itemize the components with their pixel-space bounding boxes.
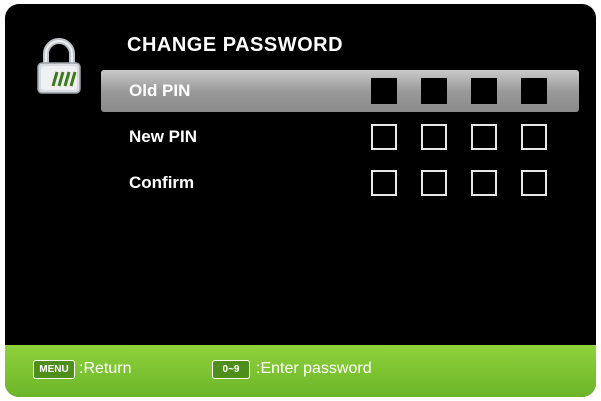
enter-password-hint: :Enter password <box>256 360 372 377</box>
pin-digit-box[interactable] <box>471 78 497 104</box>
pin-digit-box[interactable] <box>371 124 397 150</box>
row-old-pin[interactable]: Old PIN <box>101 70 579 112</box>
pin-digit-box[interactable] <box>521 170 547 196</box>
pin-digit-box[interactable] <box>471 170 497 196</box>
osd-panel: CHANGE PASSWORD Old PIN New PIN Confirm … <box>5 4 596 397</box>
return-hint: :Return <box>79 360 132 377</box>
row-label: Old PIN <box>129 81 191 100</box>
pin-digit-box[interactable] <box>371 78 397 104</box>
pin-digit-box[interactable] <box>371 170 397 196</box>
row-new-pin[interactable]: New PIN <box>101 116 579 158</box>
padlock-icon <box>37 38 81 94</box>
digits-key-icon: 0~9 <box>212 360 250 379</box>
page-title: CHANGE PASSWORD <box>127 34 344 56</box>
pin-digit-box[interactable] <box>521 78 547 104</box>
footer-bar: MENU :Return 0~9 :Enter password <box>5 345 596 397</box>
pin-digit-box[interactable] <box>421 170 447 196</box>
pin-digit-box[interactable] <box>421 78 447 104</box>
pin-digit-box[interactable] <box>421 124 447 150</box>
row-confirm[interactable]: Confirm <box>101 162 579 204</box>
menu-key-icon: MENU <box>33 360 75 379</box>
row-label: Confirm <box>129 173 195 192</box>
row-label: New PIN <box>129 127 198 146</box>
pin-digit-box[interactable] <box>521 124 547 150</box>
pin-digit-box[interactable] <box>471 124 497 150</box>
